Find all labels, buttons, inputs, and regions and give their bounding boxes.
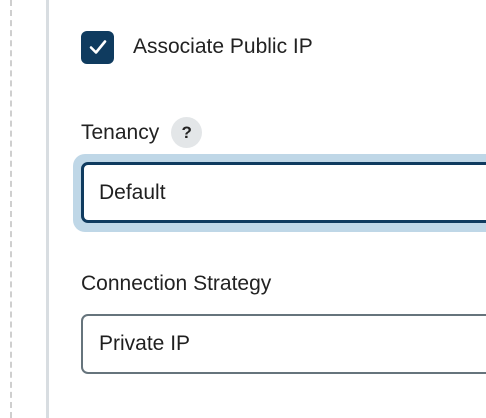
associate-public-ip-row[interactable]: Associate Public IP — [81, 30, 313, 64]
dashed-guide-line — [10, 0, 12, 418]
associate-public-ip-checkbox[interactable] — [81, 30, 114, 64]
tenancy-select-value: Default — [99, 180, 166, 204]
connection-strategy-label-text: Connection Strategy — [81, 272, 272, 295]
help-icon[interactable]: ? — [171, 117, 203, 148]
connection-strategy-select-value: Private IP — [99, 332, 191, 355]
connection-strategy-select[interactable]: Private IP — [81, 314, 486, 374]
panel-left-border — [46, 0, 49, 418]
settings-panel: Associate Public IP Tenancy ? Default Co… — [0, 0, 486, 418]
associate-public-ip-label[interactable]: Associate Public IP — [133, 35, 313, 59]
tenancy-label: Tenancy ? — [81, 117, 203, 148]
tenancy-label-text: Tenancy — [81, 120, 160, 144]
tenancy-select[interactable]: Default — [81, 162, 486, 223]
checkmark-icon — [89, 40, 106, 54]
connection-strategy-label: Connection Strategy — [81, 272, 271, 296]
